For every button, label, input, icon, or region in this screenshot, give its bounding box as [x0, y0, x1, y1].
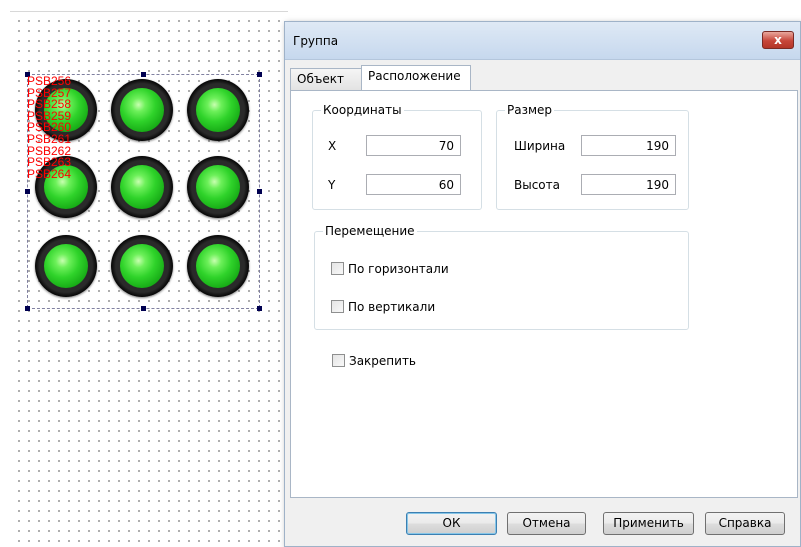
lock-checkbox[interactable]	[332, 354, 345, 367]
tab-position-label: Расположение	[368, 69, 461, 83]
x-field[interactable]: 70	[366, 135, 461, 156]
horizontal-checkbox-label[interactable]: По горизонтали	[348, 262, 449, 276]
green-lamp[interactable]	[111, 235, 173, 297]
lamp-bulb	[120, 88, 164, 132]
lamp-bulb	[196, 165, 240, 209]
width-field[interactable]: 190	[581, 135, 676, 156]
lamp-bulb	[196, 244, 240, 288]
size-group-title: Размер	[505, 103, 555, 117]
resize-handle-n[interactable]	[141, 72, 146, 77]
lamp-bulb	[120, 244, 164, 288]
green-lamp[interactable]	[111, 79, 173, 141]
height-field[interactable]: 190	[581, 174, 676, 195]
help-button[interactable]: Справка	[705, 512, 785, 535]
cancel-button[interactable]: Отмена	[507, 512, 586, 535]
lamp-bulb	[120, 165, 164, 209]
coordinates-group: Координаты X 70 Y 60	[312, 103, 482, 210]
ok-button[interactable]: ОК	[406, 512, 497, 535]
green-lamp[interactable]	[35, 235, 97, 297]
dialog-titlebar[interactable]: Группа x	[285, 22, 800, 60]
close-button[interactable]: x	[762, 31, 794, 49]
lock-checkbox-label[interactable]: Закрепить	[349, 354, 416, 368]
y-field[interactable]: 60	[366, 174, 461, 195]
tag-label-list: PSB256 PSB257 PSB258 PSB259 PSB260 PSB26…	[27, 75, 72, 181]
tab-position[interactable]: Расположение	[361, 65, 471, 90]
resize-handle-se[interactable]	[257, 306, 262, 311]
resize-handle-w[interactable]	[25, 189, 30, 194]
resize-handle-e[interactable]	[257, 189, 262, 194]
apply-button[interactable]: Применить	[603, 512, 694, 535]
y-label: Y	[328, 178, 336, 192]
close-icon: x	[774, 33, 782, 47]
vertical-checkbox-label[interactable]: По вертикали	[348, 300, 435, 314]
vertical-checkbox[interactable]	[331, 300, 344, 313]
resize-handle-sw[interactable]	[25, 306, 30, 311]
movement-group-title: Перемещение	[323, 224, 417, 238]
horizontal-checkbox[interactable]	[331, 262, 344, 275]
x-label: X	[328, 139, 337, 153]
green-lamp[interactable]	[111, 156, 173, 218]
tab-object[interactable]: Объект	[290, 68, 362, 90]
lamp-bulb	[44, 244, 88, 288]
resize-handle-s[interactable]	[141, 306, 146, 311]
movement-group: Перемещение По горизонтали По вертикали	[314, 224, 689, 330]
tab-panel-position: Координаты X 70 Y 60 Размер Ширина 190 В…	[290, 90, 798, 498]
tag-label: PSB264	[27, 166, 72, 181]
green-lamp[interactable]	[187, 235, 249, 297]
dialog-title: Группа	[293, 34, 339, 48]
green-lamp[interactable]	[187, 156, 249, 218]
tab-object-label: Объект	[297, 72, 344, 86]
green-lamp[interactable]	[187, 79, 249, 141]
width-label: Ширина	[514, 139, 566, 153]
group-dialog: Группа x Объект Расположение Координаты …	[284, 21, 801, 547]
resize-handle-ne[interactable]	[257, 72, 262, 77]
lamp-bulb	[196, 88, 240, 132]
coordinates-group-title: Координаты	[321, 103, 404, 117]
height-label: Высота	[514, 178, 560, 192]
size-group: Размер Ширина 190 Высота 190	[496, 103, 689, 210]
